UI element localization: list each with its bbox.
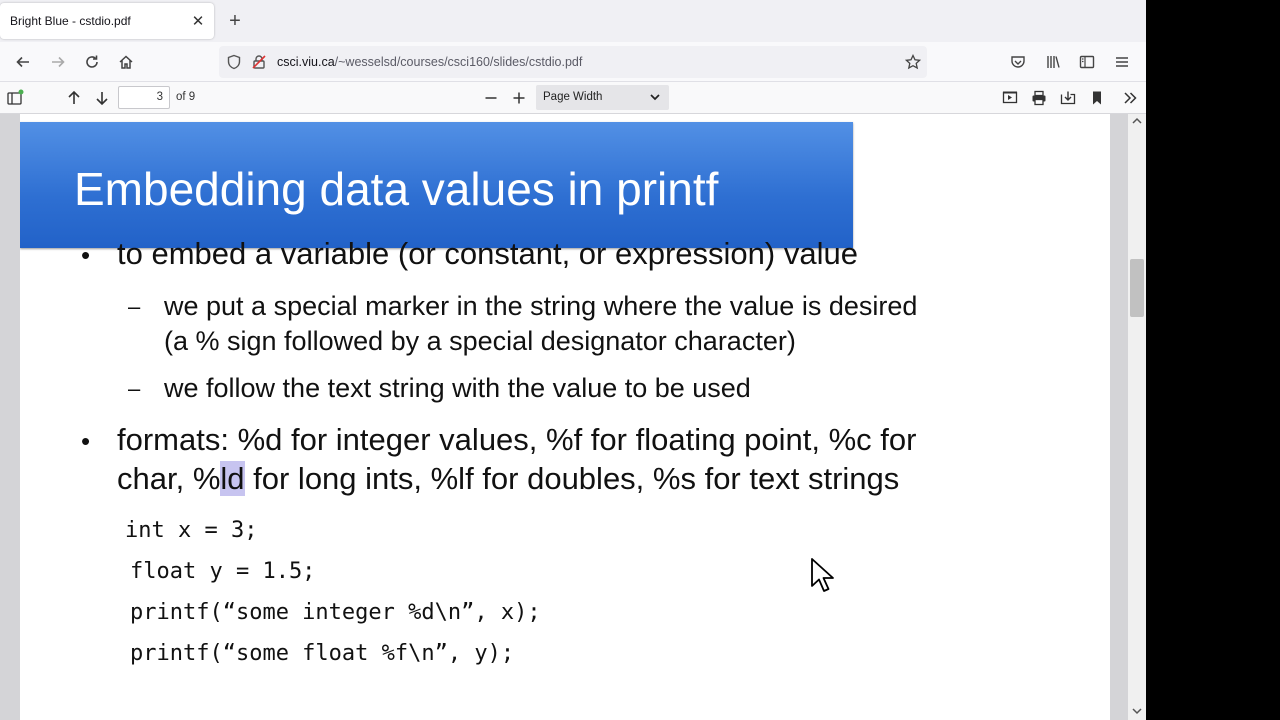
presentation-icon: [1002, 91, 1018, 104]
subbullet-marker: –: [128, 294, 141, 319]
home-icon: [119, 55, 133, 69]
arrow-left-icon: [16, 56, 29, 68]
browser-window: Bright Blue - cstdio.pdf ✕ + csci.viu.ca…: [0, 0, 1146, 720]
back-button[interactable]: [12, 51, 34, 73]
pocket-button[interactable]: [1007, 51, 1029, 73]
forward-button[interactable]: [47, 51, 69, 73]
tab-close-button[interactable]: ✕: [188, 12, 208, 32]
save-button[interactable]: [1057, 87, 1079, 109]
url-path: /~wesselsd/courses/csci160/slides/cstdio…: [334, 55, 583, 69]
app-menu-button[interactable]: [1111, 51, 1133, 73]
current-view-bookmark-button[interactable]: [1086, 87, 1108, 109]
library-button[interactable]: [1042, 51, 1064, 73]
code-line: printf(“some integer %d\n”, x);: [130, 600, 541, 625]
bullet-marker: •: [81, 240, 91, 270]
bullet-marker: •: [81, 426, 91, 456]
tracking-protection-button[interactable]: [223, 51, 245, 73]
vertical-scrollbar[interactable]: [1128, 114, 1146, 720]
zoom-out-button[interactable]: [480, 87, 502, 109]
sidebar-icon: [1079, 55, 1095, 69]
page-number-input[interactable]: 3: [118, 86, 170, 109]
bullet-text-part: char, %: [117, 461, 221, 496]
tools-button[interactable]: [1119, 87, 1141, 109]
url-host: csci.viu.ca: [277, 55, 335, 69]
code-line: float y = 1.5;: [130, 559, 316, 584]
site-info-button[interactable]: [248, 51, 270, 73]
library-icon: [1047, 56, 1060, 68]
plus-icon: [513, 92, 525, 104]
pocket-icon: [1011, 56, 1025, 68]
print-icon: [1032, 90, 1046, 106]
reload-button[interactable]: [81, 51, 103, 73]
pdf-page: Embedding data values in printf • to emb…: [20, 114, 1110, 720]
slide-title-banner: Embedding data values in printf: [20, 122, 853, 248]
bullet-text-part: for long ints, %lf for doubles, %s for t…: [244, 461, 900, 496]
zoom-select-value: Page Width: [543, 91, 603, 103]
tab-strip: Bright Blue - cstdio.pdf ✕ +: [0, 0, 1146, 42]
toggle-sidebar-button[interactable]: [4, 87, 26, 109]
home-button[interactable]: [115, 51, 137, 73]
sidebar-button[interactable]: [1076, 51, 1098, 73]
screen-margin: [1146, 0, 1280, 720]
code-line: printf(“some float %f\n”, y);: [130, 641, 515, 666]
scrollbar-thumb[interactable]: [1130, 259, 1144, 317]
subbullet-text: we follow the text string with the value…: [164, 373, 751, 403]
scroll-up-arrow-icon[interactable]: [1132, 116, 1142, 126]
slide-title: Embedding data values in printf: [74, 163, 719, 215]
arrow-up-icon: [68, 90, 80, 104]
sidebar-toggle-icon: [7, 89, 24, 105]
bookmark-icon: [1093, 91, 1101, 105]
chevron-down-icon: [650, 94, 660, 101]
subbullet-text-continued: (a % sign followed by a special designat…: [164, 326, 796, 356]
code-line: int x = 3;: [125, 518, 258, 543]
new-tab-button[interactable]: +: [225, 9, 245, 33]
download-icon: [1060, 91, 1076, 105]
arrow-right-icon: [52, 56, 65, 68]
print-button[interactable]: [1028, 87, 1050, 109]
bullet-text-continued: char, %ld for long ints, %lf for doubles…: [117, 461, 899, 497]
hamburger-menu-icon: [1116, 57, 1128, 67]
presentation-mode-button[interactable]: [999, 87, 1021, 109]
bullet-text: formats: %d for integer values, %f for f…: [117, 422, 917, 457]
tab-title: Bright Blue - cstdio.pdf: [10, 14, 131, 28]
reload-icon: [86, 55, 98, 68]
subbullet-text: we put a special marker in the string wh…: [164, 291, 918, 321]
arrow-down-icon: [96, 92, 108, 106]
zoom-select[interactable]: Page Width: [536, 85, 669, 110]
pdf-viewer[interactable]: Embedding data values in printf • to emb…: [0, 114, 1146, 720]
url-bar[interactable]: csci.viu.ca/~wesselsd/courses/csci160/sl…: [219, 46, 927, 78]
minus-icon: [485, 97, 497, 99]
mouse-pointer-icon: [811, 558, 834, 592]
subbullet-marker: –: [128, 376, 141, 401]
nav-bar: csci.viu.ca/~wesselsd/courses/csci160/sl…: [0, 42, 1146, 82]
previous-page-button[interactable]: [63, 87, 85, 109]
bookmark-star-button[interactable]: [902, 51, 924, 73]
text-selection-highlight: ld: [220, 461, 245, 496]
shield-icon: [227, 54, 241, 70]
page-count-label: of 9: [176, 91, 196, 103]
next-page-button[interactable]: [91, 87, 113, 109]
url-text[interactable]: csci.viu.ca/~wesselsd/courses/csci160/sl…: [277, 55, 582, 69]
scroll-down-arrow-icon[interactable]: [1132, 706, 1142, 716]
bullet-text: to embed a variable (or constant, or exp…: [117, 236, 858, 271]
tab-active[interactable]: Bright Blue - cstdio.pdf ✕: [0, 3, 214, 39]
double-chevron-icon: [1124, 92, 1137, 104]
zoom-in-button[interactable]: [508, 87, 530, 109]
lock-icon: [252, 55, 266, 69]
pdf-toolbar: 3 of 9 Page Width: [0, 82, 1146, 114]
star-icon: [905, 54, 921, 70]
